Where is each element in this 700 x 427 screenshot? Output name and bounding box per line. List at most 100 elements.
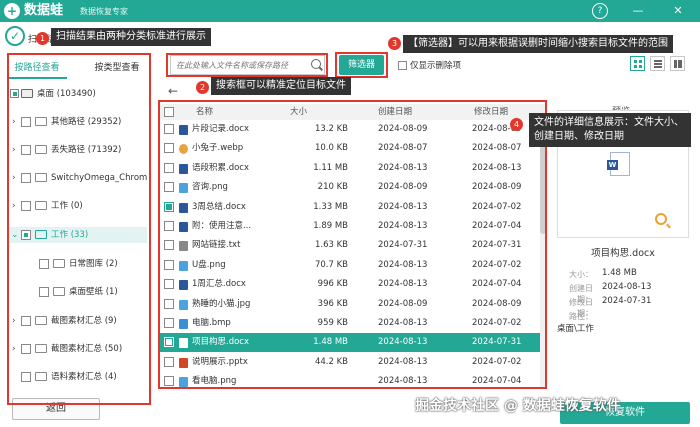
file-size: 13.2 KB — [314, 124, 348, 134]
file-modified: 2024-08-07 — [472, 143, 522, 154]
table-row-selected[interactable]: 项目构思.docx 1.48 MB 2024-08-13 2024-07-31 — [160, 333, 540, 353]
preview-path: 桌面\工作 — [557, 324, 594, 334]
row-checkbox[interactable] — [164, 318, 174, 328]
table-row[interactable]: 1周汇总.docx 996 KB 2024-08-13 2024-07-04 — [160, 275, 540, 294]
list-view-icon[interactable] — [650, 56, 665, 71]
table-row[interactable]: 看电脑.png 2024-08-13 2024-07-04 — [160, 372, 540, 391]
table-row[interactable]: 语段积累.docx 1.11 MB 2024-08-13 2024-08-13 — [160, 159, 540, 178]
tree-checkbox[interactable] — [10, 89, 19, 98]
row-checkbox[interactable] — [164, 259, 174, 270]
tree-item-label: 工作 (33) — [51, 230, 89, 240]
tree-item[interactable]: › 截图素材汇总 (50) — [7, 341, 147, 357]
file-created: 2024-08-07 — [378, 143, 428, 154]
chevron-right-icon[interactable]: › — [12, 313, 16, 329]
row-checkbox[interactable] — [164, 298, 174, 309]
chevron-right-icon[interactable]: › — [12, 142, 16, 158]
minimize-icon[interactable]: — — [630, 3, 646, 19]
file-created: 2024-08-13 — [378, 318, 428, 328]
zoom-icon[interactable] — [655, 213, 667, 225]
detail-view-icon[interactable] — [670, 56, 685, 71]
tree-checkbox[interactable] — [21, 372, 31, 382]
file-size: 959 KB — [317, 318, 348, 328]
row-checkbox[interactable] — [164, 337, 174, 348]
chevron-down-icon[interactable]: ⌄ — [11, 227, 19, 243]
row-checkbox[interactable] — [164, 376, 174, 387]
chevron-right-icon[interactable]: › — [12, 114, 16, 130]
row-checkbox[interactable] — [164, 356, 174, 367]
row-checkbox[interactable] — [164, 201, 174, 212]
chevron-right-icon[interactable]: › — [12, 341, 16, 357]
filter-button[interactable]: 筛选器 — [339, 55, 384, 75]
scrollbar-thumb[interactable] — [540, 144, 546, 234]
watermark: 掘金技术社区 @ 数据蛙恢复软件 — [415, 398, 621, 414]
grid-view-icon[interactable] — [630, 56, 645, 71]
row-checkbox[interactable] — [164, 162, 174, 173]
app-name: 数据蛙 — [24, 3, 64, 18]
file-name: 电脑.bmp — [192, 318, 231, 328]
table-row[interactable]: 说明展示.pptx 44.2 KB 2024-08-13 2024-07-02 — [160, 353, 540, 372]
tree-checkbox[interactable] — [21, 117, 31, 127]
annotation-text-1: 扫描结果由两种分类标准进行展示 — [51, 28, 211, 46]
tree-checkbox[interactable] — [21, 201, 31, 211]
row-checkbox[interactable] — [164, 124, 174, 134]
tree-item[interactable]: › 丢失路径 (71392) — [7, 142, 147, 158]
file-name: 熟睡的小猫.jpg — [192, 298, 251, 309]
word-file-icon — [179, 338, 188, 349]
chevron-right-icon[interactable]: › — [12, 170, 16, 186]
table-row[interactable]: 附：使用注意... 1.89 MB 2024-08-13 2024-07-04 — [160, 217, 540, 236]
table-row[interactable]: U盘.png 70.7 KB 2024-08-13 2024-07-02 — [160, 256, 540, 275]
file-modified: 2024-07-31 — [472, 240, 522, 251]
search-input[interactable] — [171, 56, 306, 74]
tree-checkbox[interactable] — [21, 344, 31, 354]
row-checkbox[interactable] — [164, 221, 174, 231]
tree-item[interactable]: 桌面壁纸 (1) — [7, 284, 147, 300]
tree-checkbox[interactable] — [21, 145, 31, 155]
tree-item[interactable]: › 其他路径 (29352) — [7, 114, 147, 130]
table-row[interactable]: 3周总结.docx 1.33 MB 2024-08-13 2024-07-02 — [160, 198, 540, 217]
search-icon[interactable] — [311, 59, 321, 69]
back-button[interactable]: 返回 — [12, 398, 100, 420]
row-checkbox[interactable] — [164, 143, 174, 154]
table-row[interactable]: 小兔子.webp 10.0 KB 2024-08-07 2024-08-07 — [160, 139, 540, 158]
tree-checkbox[interactable] — [39, 259, 49, 269]
tree-item[interactable]: › 工作 (0) — [7, 198, 147, 214]
column-name[interactable]: 名称 — [196, 104, 213, 120]
row-checkbox[interactable] — [164, 279, 174, 290]
show-deleted-checkbox[interactable] — [398, 61, 407, 70]
table-row[interactable]: 熟睡的小猫.jpg 396 KB 2024-08-09 2024-08-09 — [160, 295, 540, 314]
tree-checkbox[interactable] — [39, 287, 49, 297]
column-modified[interactable]: 修改日期 — [474, 104, 508, 120]
table-row[interactable]: 电脑.bmp 959 KB 2024-08-13 2024-07-02 — [160, 314, 540, 333]
column-created[interactable]: 创建日期 — [378, 104, 412, 120]
file-created: 2024-08-13 — [378, 162, 428, 173]
tab-by-path[interactable]: 按路径查看 — [7, 57, 67, 79]
tree-item[interactable]: 语料素材汇总 (4) — [7, 369, 147, 385]
tree-item[interactable]: › SwitchyOmega_Chromium — [7, 170, 147, 186]
tree-item[interactable]: › 截图素材汇总 (9) — [7, 313, 147, 329]
folder-icon — [53, 287, 65, 296]
column-size[interactable]: 大小 — [290, 104, 307, 120]
tree-item[interactable]: ⌄ 桌面 (103490) — [7, 86, 147, 102]
help-icon[interactable]: ? — [592, 3, 608, 19]
select-all-checkbox[interactable] — [164, 107, 174, 117]
table-row[interactable]: 咨询.png 210 KB 2024-08-09 2024-08-09 — [160, 178, 540, 197]
tree-item[interactable]: 日常图库 (2) — [7, 256, 147, 272]
tree-checkbox[interactable] — [21, 230, 31, 240]
tab-by-type[interactable]: 按类型查看 — [87, 57, 147, 79]
close-icon[interactable]: ✕ — [670, 3, 686, 19]
table-row[interactable]: 片段记录.docx 13.2 KB 2024-08-09 2024-08-09 — [160, 120, 540, 139]
show-deleted-toggle[interactable]: 仅显示删除项 — [398, 59, 461, 71]
app-subtitle: 数据恢复专家 — [80, 7, 128, 16]
tree-item-selected[interactable]: ⌄ 工作 (33) — [7, 227, 147, 243]
file-name: 项目构思.docx — [192, 337, 250, 348]
file-created: 2024-08-13 — [378, 201, 428, 212]
row-checkbox[interactable] — [164, 240, 174, 251]
tree-checkbox[interactable] — [21, 173, 31, 183]
back-arrow-icon[interactable]: ← — [168, 84, 178, 98]
tree-checkbox[interactable] — [21, 316, 31, 326]
chevron-right-icon[interactable]: › — [12, 198, 16, 214]
table-row[interactable]: 网站链接.txt 1.63 KB 2024-07-31 2024-07-31 — [160, 236, 540, 255]
preview-size: 1.48 MB — [602, 268, 637, 278]
show-deleted-label: 仅显示删除项 — [410, 61, 462, 71]
row-checkbox[interactable] — [164, 182, 174, 193]
